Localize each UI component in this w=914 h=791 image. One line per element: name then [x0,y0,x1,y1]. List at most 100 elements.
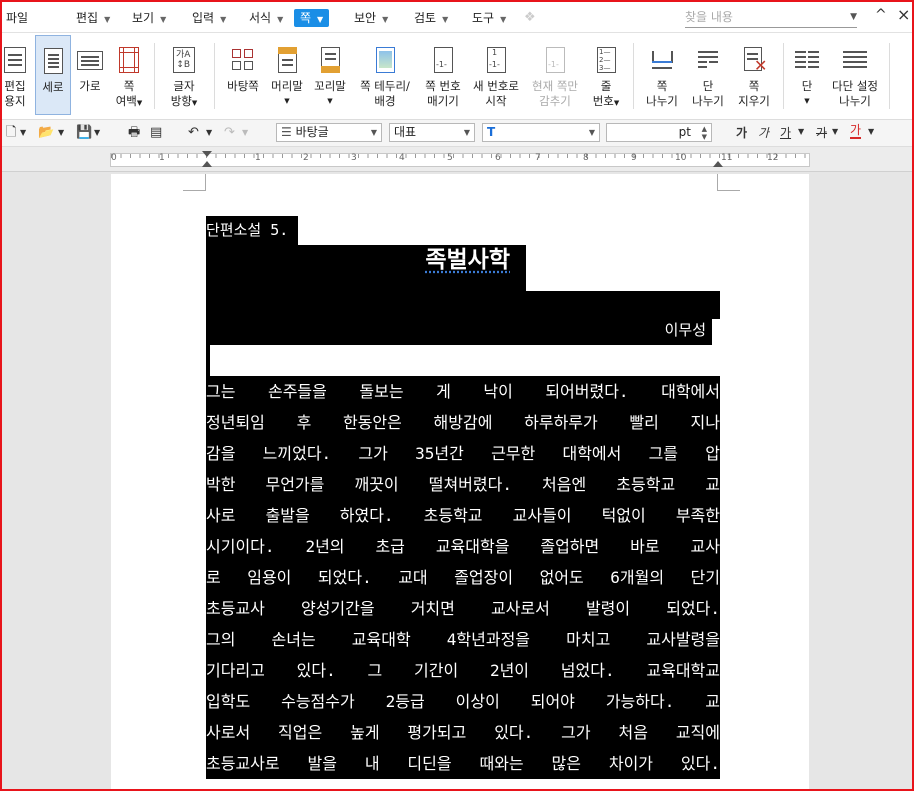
new-number-icon: 1 -1- [483,47,509,73]
author-text[interactable]: 이무성 [206,319,712,345]
print-preview-icon[interactable]: ▤ [150,124,162,142]
chevron-down-icon: ▼ [317,15,324,24]
open-folder-icon[interactable]: 📂 [38,124,54,142]
chevron-down-icon[interactable]: ▼ [206,124,212,142]
horizontal-ruler[interactable]: 0 1 1 2 3 4 5 6 7 8 9 10 11 12 [2,147,912,172]
underline-button[interactable]: 가 [780,124,791,141]
chevron-down-icon: ▼ [327,97,333,105]
ruler-number: 4 [399,153,405,163]
line-number-button[interactable]: 1— 2— 3— 줄 번호▼ [586,35,626,115]
hide-current-page-button[interactable]: -1- 현재 쪽만 감추기 [527,35,583,115]
left-indent-marker[interactable] [202,151,212,157]
menu-insert[interactable]: 입력 ▼ [188,9,230,27]
chevron-down-icon[interactable]: ▼ [242,124,248,142]
page-border-button[interactable]: 쪽 테두리/ 배경 [355,35,415,115]
menu-page[interactable]: 쪽 ▼ [294,9,330,27]
body-paragraph[interactable]: 그는 손주들을 돌보는 게 낙이 되어버렸다. 대학에서 정년퇴임 후 한동안은… [206,376,720,779]
portrait-page-icon [40,48,66,74]
app-window: 파일 편집 ▼ 보기 ▼ 입력 ▼ 서식 ▼ 쪽 ▼ 보안 ▼ 검토 ▼ 도구 ▼ ❖ 찾을 내… [0,0,914,791]
undo-icon[interactable]: ↶ [188,124,199,142]
chevron-down-icon: ▼ [804,97,810,105]
menu-review[interactable]: 검토 ▼ [410,9,452,27]
font-size-input[interactable]: pt ▲ ▼ [606,123,712,142]
column-button[interactable]: 단 ▼ [790,35,824,115]
chevron-down-icon[interactable]: ▼ [371,124,377,141]
print-icon[interactable]: 🖶 [128,124,140,142]
chevron-down-icon: ▼ [104,15,111,24]
save-icon[interactable]: 💾 [76,124,92,142]
new-number-label-1: 새 번호로 [473,79,519,93]
menu-view[interactable]: 보기 ▼ [128,9,170,27]
footer-button[interactable]: 꼬리말 ▼ [309,35,351,115]
chevron-down-icon[interactable]: ▼ [850,7,857,27]
header-icon [274,47,300,73]
bold-button[interactable]: 가 [736,124,747,141]
hide-page-icon: -1- [542,47,568,73]
ribbon-divider [889,43,890,109]
right-indent-marker[interactable] [713,161,723,167]
page-break-label-2: 나누기 [646,94,678,108]
page-margin-button[interactable]: 쪽 여백▼ [110,35,148,115]
italic-button[interactable]: 가 [758,124,769,141]
background-page-button[interactable]: 바탕쪽 [221,35,265,115]
chevron-down-icon[interactable]: ▼ [94,124,100,142]
title-text[interactable]: 족벌사학 [206,245,526,291]
close-button[interactable]: × [897,5,910,24]
page-number-label-2: 매기기 [427,94,459,108]
chevron-down-icon[interactable]: ▼ [798,127,804,136]
font-type-icon: T [487,125,496,139]
text-direction-icon: 가A ↕B [171,47,197,73]
language-select[interactable]: 대표 ▼ [389,123,475,142]
chevron-down-icon[interactable]: ▼ [58,124,64,142]
menu-file[interactable]: 파일 [2,9,32,27]
page-number-label-1: 쪽 번호 [425,79,461,93]
new-number-start-button[interactable]: 1 -1- 새 번호로 시작 [469,35,523,115]
ruler-number: 10 [675,153,687,163]
background-page-icon [230,47,256,73]
column-break-button[interactable]: 단 나누기 [686,35,730,115]
font-color-button[interactable]: 가 [850,124,862,139]
text-direction-label-1: 글자 [173,79,195,93]
body-line: 로 임용이 되었다. 교대 졸업장이 없어도 6개월의 단기 [206,562,720,593]
column-label: 단 [801,79,813,93]
menu-security[interactable]: 보안 ▼ [350,9,392,27]
menu-tools[interactable]: 도구 ▼ [468,9,510,27]
language-select-value: 대표 [394,125,417,139]
chevron-down-icon[interactable]: ▼ [868,127,874,136]
menu-bar: 파일 편집 ▼ 보기 ▼ 입력 ▼ 서식 ▼ 쪽 ▼ 보안 ▼ 검토 ▼ 도구 ▼ ❖ 찾을 내… [2,2,912,33]
first-line-indent-marker[interactable] [202,161,212,167]
redo-icon[interactable]: ↷ [224,124,235,142]
menu-format[interactable]: 서식 ▼ [245,9,287,27]
page-number-button[interactable]: -1- 쪽 번호 매기기 [419,35,467,115]
landscape-button[interactable]: 가로 [73,35,107,115]
multi-column-icon [842,47,868,73]
collapse-ribbon-button[interactable]: ^ [875,7,887,23]
chevron-down-icon[interactable]: ▼ [832,127,838,136]
chevron-down-icon[interactable]: ▼ [20,124,26,142]
chevron-down-icon[interactable]: ▼ [464,124,470,141]
subtitle-text[interactable]: 단편소설 5. [206,216,298,245]
edit-paper-button[interactable]: 편집 용지 [2,35,32,115]
page-break-button[interactable]: 쪽 나누기 [640,35,684,115]
style-select[interactable]: ☰ 바탕글 ▼ [276,123,382,142]
portrait-button[interactable]: 세로 [35,35,71,115]
new-document-icon[interactable]: 🗋 [6,124,16,142]
ribbon-toggle-icon[interactable]: ❖ [520,9,540,27]
stepper-icon[interactable]: ▲ ▼ [702,125,707,141]
ribbon-divider [783,43,784,109]
search-input[interactable]: 찾을 내용 ▼ [685,7,857,28]
multi-column-button[interactable]: 다단 설정 나누기 [828,35,882,115]
text-direction-button[interactable]: 가A ↕B 글자 방향▼ [163,35,205,115]
blank-line[interactable] [206,345,210,378]
ribbon-divider [154,43,155,109]
font-select[interactable]: T ▼ [482,123,600,142]
header-button[interactable]: 머리말 ▼ [267,35,307,115]
strikethrough-button[interactable]: 가 [816,124,827,141]
blank-line[interactable] [206,291,720,319]
page-delete-button[interactable]: ✕ 쪽 지우기 [732,35,776,115]
ruler-number: 12 [767,153,779,163]
chevron-down-icon[interactable]: ▼ [589,124,595,141]
margin-icon [116,47,142,73]
page-border-icon [372,47,398,73]
menu-edit[interactable]: 편집 ▼ [72,9,114,27]
